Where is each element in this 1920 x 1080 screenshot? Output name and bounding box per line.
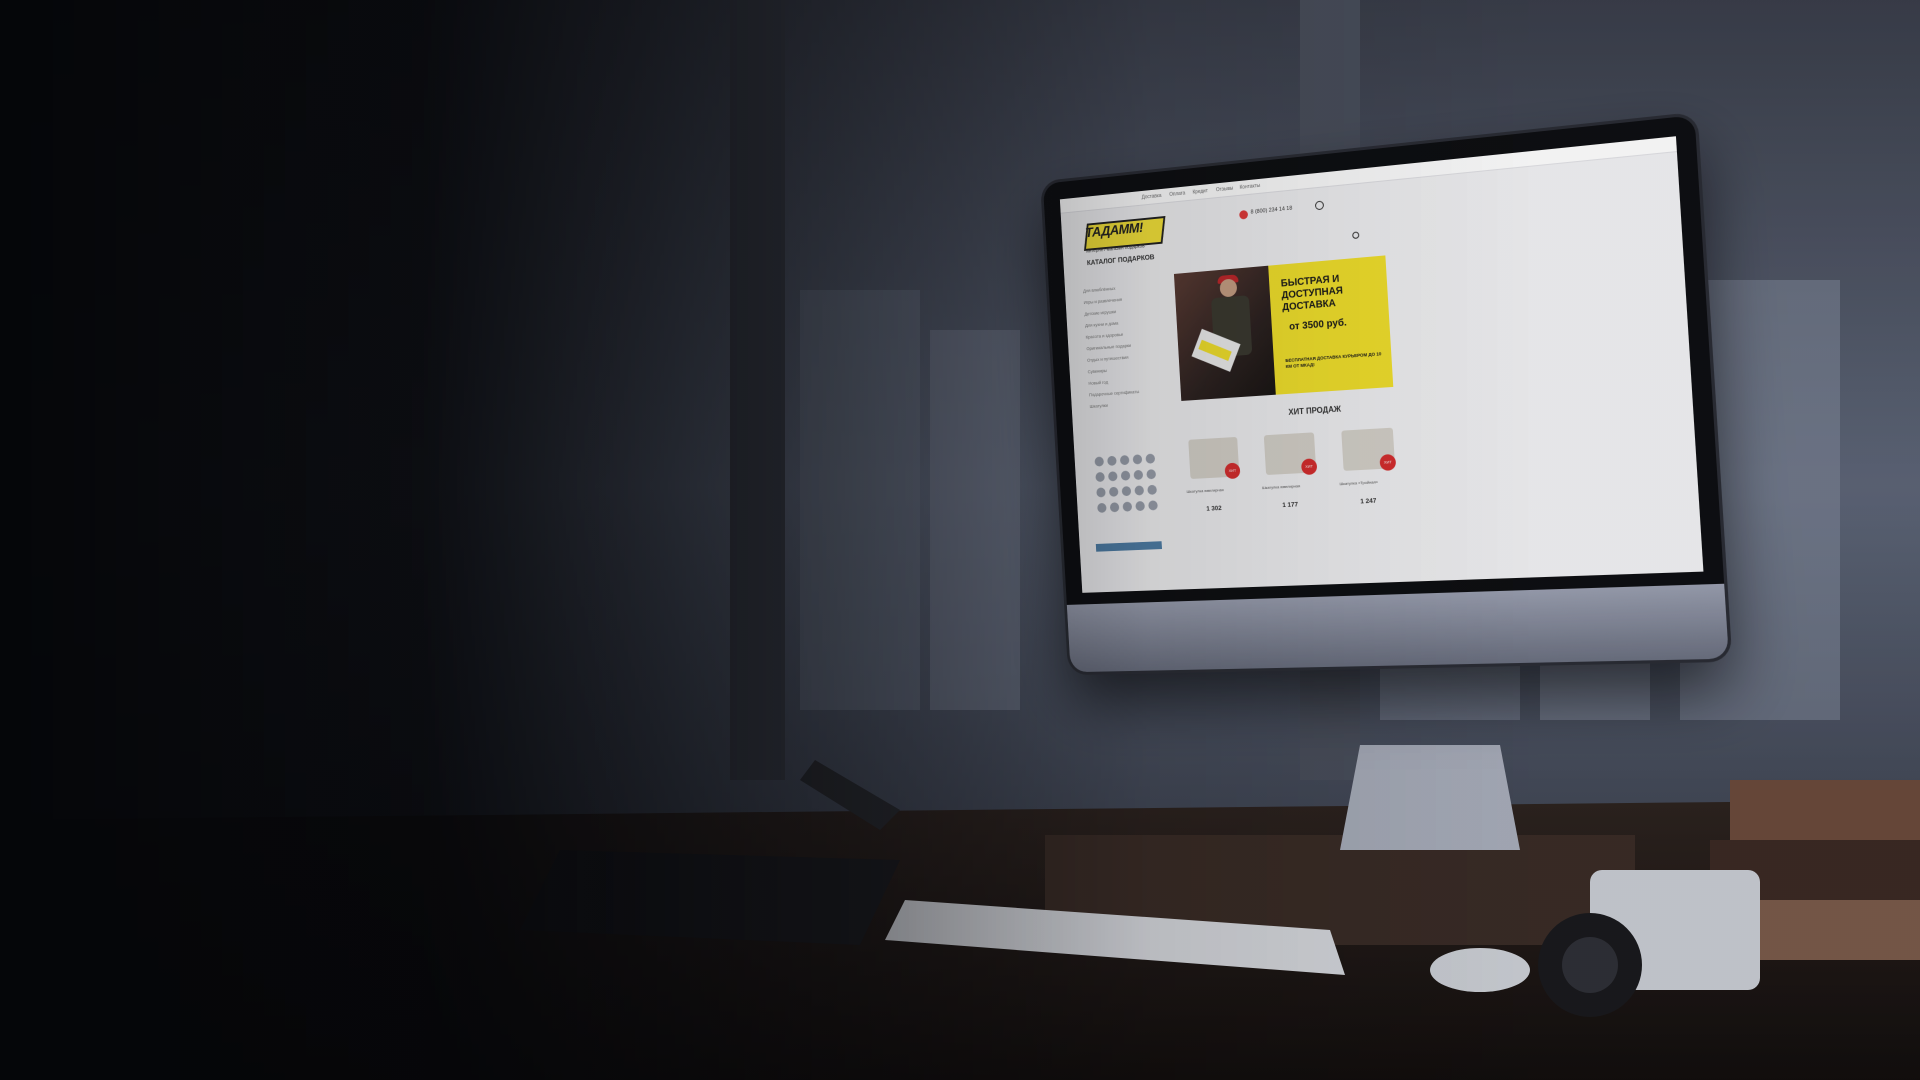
- avatar: [1146, 469, 1156, 479]
- nav-item[interactable]: Оплата: [1169, 190, 1185, 197]
- avatar: [1110, 502, 1120, 512]
- nav-item[interactable]: Доставка: [1142, 193, 1162, 201]
- avatar: [1096, 487, 1106, 497]
- courier-head: [1219, 278, 1237, 297]
- product-price: 1 177: [1282, 501, 1298, 509]
- avatar: [1120, 455, 1130, 465]
- courier-photo: [1174, 266, 1276, 401]
- product-price: 1 247: [1360, 498, 1377, 506]
- product-name[interactable]: Шкатулка «Тройная»: [1339, 478, 1409, 487]
- avatar: [1147, 485, 1157, 495]
- phone-icon: [1239, 210, 1248, 220]
- clock-icon: [1315, 200, 1324, 210]
- nav-item[interactable]: Кредит: [1192, 188, 1208, 195]
- catalog-title[interactable]: КАТАЛОГ ПОДАРКОВ: [1087, 254, 1155, 267]
- avatar: [1133, 454, 1143, 464]
- avatar: [1094, 456, 1104, 466]
- search-icon[interactable]: [1352, 231, 1359, 239]
- banner-headline: БЫСТРАЯ И ДОСТУПНАЯ ДОСТАВКА: [1281, 270, 1381, 314]
- avatar: [1095, 472, 1105, 482]
- avatar: [1121, 471, 1131, 481]
- product-price: 1 302: [1206, 505, 1222, 513]
- avatar: [1133, 470, 1143, 480]
- phone-number[interactable]: 8 (800) 234 14 18: [1250, 206, 1292, 216]
- product-name[interactable]: Шкатулка ювелирная: [1186, 486, 1252, 494]
- avatar: [1122, 502, 1132, 512]
- hit-badge: ХИТ: [1379, 454, 1396, 471]
- avatar: [1097, 503, 1107, 513]
- avatar: [1107, 456, 1117, 466]
- subscribe-button[interactable]: [1096, 541, 1162, 552]
- avatar: [1134, 485, 1144, 495]
- avatar: [1122, 486, 1132, 496]
- catalog-menu: Для влюблённых Игры и развлечения Детски…: [1083, 278, 1182, 413]
- avatar: [1108, 471, 1118, 481]
- product-card[interactable]: ХИТ Шкатулка ювелирная 1 177: [1259, 424, 1333, 537]
- nav-item[interactable]: Контакты: [1239, 183, 1260, 191]
- photo-scene: Доставка Оплата Кредит Отзывы Контакты Т…: [0, 0, 1920, 1080]
- section-title-hits: ХИТ ПРОДАЖ: [1288, 405, 1341, 417]
- nav-item[interactable]: Отзывы: [1216, 186, 1234, 194]
- product-card[interactable]: ХИТ Шкатулка «Тройная» 1 247: [1336, 419, 1412, 534]
- avatar: [1145, 454, 1155, 464]
- avatar: [1135, 501, 1145, 511]
- hit-badge: ХИТ: [1301, 458, 1317, 475]
- avatar: [1109, 487, 1119, 497]
- product-card[interactable]: ХИТ Шкатулка ювелирная 1 302: [1183, 428, 1255, 540]
- website-on-screen: Доставка Оплата Кредит Отзывы Контакты Т…: [1060, 136, 1704, 593]
- hit-badge: ХИТ: [1224, 463, 1240, 480]
- product-list: ХИТ Шкатулка ювелирная 1 302 ХИТ Шкатулк…: [1183, 418, 1422, 540]
- avatar: [1148, 500, 1158, 510]
- social-widget: [1090, 433, 1177, 554]
- imac-monitor: Доставка Оплата Кредит Отзывы Контакты Т…: [1043, 115, 1729, 672]
- product-name[interactable]: Шкатулка ювелирная: [1262, 482, 1330, 490]
- promo-banner[interactable]: БЫСТРАЯ И ДОСТУПНАЯ ДОСТАВКА от 3500 руб…: [1174, 255, 1393, 401]
